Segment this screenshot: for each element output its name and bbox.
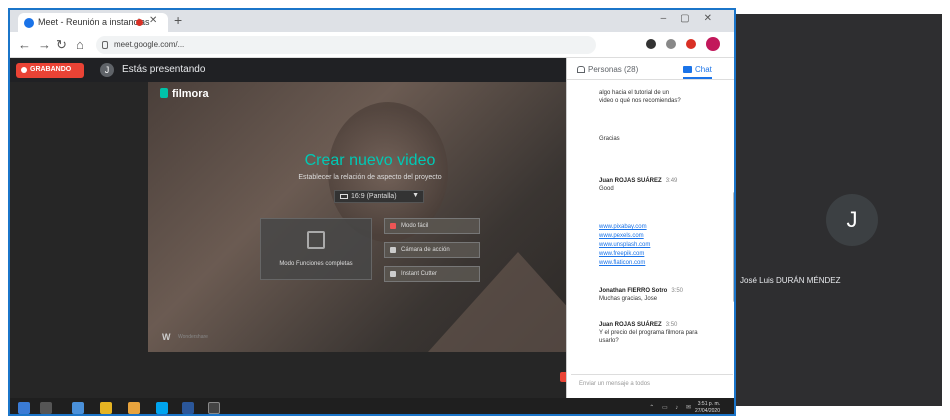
app-icon[interactable]: [208, 402, 220, 414]
home-icon[interactable]: ⌂: [76, 37, 84, 52]
easy-mode-button[interactable]: Modo fácil: [384, 218, 480, 234]
url-text: meet.google.com/...: [114, 40, 185, 49]
filmora-window: filmora ✕ Crear nuevo video Establecer l…: [148, 82, 592, 352]
chevron-down-icon: ▼: [412, 192, 419, 199]
chat-message: Gracias: [599, 136, 620, 142]
back-icon[interactable]: ←: [18, 37, 31, 52]
action-cam-icon: [390, 247, 396, 253]
full-feature-mode-label: Modo Funciones completas: [279, 261, 353, 267]
left-monitor: Meet - Reunión a instancias ✕ + –▢✕ ← → …: [8, 8, 736, 416]
chat-sender: Juan ROJAS SUÁREZ: [599, 178, 662, 184]
screen: Meet - Reunión a instancias ✕ + –▢✕ ← → …: [0, 0, 950, 420]
taskbar: ⌃ ▭ ♪ ✉ 3:51 p. m. 27/04/2020: [10, 398, 734, 414]
filmora-logo: filmora: [160, 88, 209, 100]
chat-link[interactable]: www.freepik.com: [599, 251, 644, 257]
extension-icon[interactable]: [646, 39, 656, 49]
tab-close-icon[interactable]: ✕: [149, 15, 157, 26]
star-icon[interactable]: [666, 39, 676, 49]
tab-chat[interactable]: Chat: [683, 65, 712, 79]
aspect-ratio-value: 16:9 (Pantalla): [351, 193, 397, 200]
wondershare-label: Wondershare: [178, 334, 208, 340]
chat-message: Good: [599, 186, 614, 192]
screen-icon: [340, 194, 348, 199]
full-feature-mode-button[interactable]: Modo Funciones completas: [260, 218, 372, 280]
system-tray[interactable]: ⌃ ▭ ♪ ✉: [649, 404, 694, 411]
easy-mode-icon: [390, 223, 396, 229]
participant-name: José Luis DURÁN MÉNDEZ: [740, 276, 841, 285]
filmora-logo-icon: [160, 88, 168, 98]
chat-message-header: Jonathan FIERRO Sotro 3:50: [599, 288, 683, 294]
chat-message: video o qué nos recomiendas?: [599, 98, 681, 104]
chat-link[interactable]: www.pexels.com: [599, 233, 644, 239]
wondershare-logo-icon: W: [162, 332, 171, 342]
aspect-ratio-select[interactable]: 16:9 (Pantalla) ▼: [334, 190, 424, 203]
chat-message: Y el precio del programa filmora para: [599, 330, 698, 336]
browser-tab-strip: Meet - Reunión a instancias ✕ + –▢✕: [10, 10, 734, 32]
presenting-status: Estás presentando: [122, 64, 206, 75]
chat-message: algo hacia el tutorial de un: [599, 90, 670, 96]
edge-icon[interactable]: [72, 402, 84, 414]
tab-title: Meet - Reunión a instancias: [38, 17, 150, 27]
extension-red-icon[interactable]: [686, 39, 696, 49]
clock-time: 3:51 p. m.: [697, 401, 720, 407]
task-view-icon[interactable]: [40, 402, 52, 414]
chat-sender: Jonathan FIERRO Sotro: [599, 288, 668, 294]
chat-icon: [683, 66, 692, 73]
tab-people[interactable]: Personas (28): [577, 65, 638, 74]
chat-message: Muchas gracias, Jose: [599, 296, 658, 302]
chat-time: 3:50: [671, 288, 684, 294]
chat-message-list: algo hacia el tutorial de un video o qué…: [567, 82, 734, 372]
window-controls[interactable]: –▢✕: [661, 13, 726, 24]
chat-input[interactable]: Enviar un mensaje a todos: [571, 374, 733, 392]
clock-date: 27/04/2020: [694, 408, 720, 414]
browser-tab-meet[interactable]: Meet - Reunión a instancias ✕: [18, 13, 168, 32]
chat-time: 3:50: [665, 322, 678, 328]
forward-icon[interactable]: →: [38, 37, 51, 52]
profile-avatar[interactable]: [706, 37, 720, 51]
browser-toolbar: ← → ↻ ⌂ meet.google.com/...: [10, 32, 734, 58]
address-bar[interactable]: meet.google.com/...: [96, 36, 596, 54]
file-explorer-icon[interactable]: [100, 402, 112, 414]
store-icon[interactable]: [156, 402, 168, 414]
chat-panel: Personas (28) Chat algo hacia el tutoria…: [566, 58, 734, 398]
chat-link[interactable]: www.unsplash.com: [599, 242, 650, 248]
taskbar-clock[interactable]: 3:51 p. m. 27/04/2020: [694, 401, 720, 414]
chat-link[interactable]: www.pixabay.com: [599, 224, 647, 230]
recording-dot-icon: [136, 19, 143, 26]
windows-start-icon[interactable]: [18, 402, 30, 414]
lock-icon: [102, 41, 108, 49]
chat-message-header: Juan ROJAS SUÁREZ 3:50: [599, 322, 677, 328]
chat-link[interactable]: www.flaticon.com: [599, 260, 645, 266]
recording-badge: GRABANDO: [16, 63, 84, 78]
participant-tile: J José Luis DURÁN MÉNDEZ: [736, 14, 942, 406]
filmora-subtitle: Establecer la relación de aspecto del pr…: [298, 174, 442, 181]
recording-icon: [21, 67, 27, 73]
new-tab-icon[interactable]: +: [174, 12, 182, 28]
word-icon[interactable]: [182, 402, 194, 414]
instant-cutter-icon: [390, 271, 396, 277]
chat-time: 3:49: [665, 178, 678, 184]
chat-sender: Juan ROJAS SUÁREZ: [599, 322, 662, 328]
chat-message: usarlo?: [599, 338, 619, 344]
action-cam-button[interactable]: Cámara de acción: [384, 242, 480, 258]
presenter-avatar: J: [100, 63, 114, 77]
people-icon: [577, 66, 585, 73]
participant-avatar: J: [826, 194, 878, 246]
presentation-stage: filmora ✕ Crear nuevo video Establecer l…: [10, 82, 592, 414]
meet-favicon-icon: [24, 18, 34, 28]
reload-icon[interactable]: ↻: [56, 37, 67, 53]
film-icon: [307, 231, 325, 249]
filmora-title: Crear nuevo video: [304, 152, 436, 169]
chrome-icon[interactable]: [128, 402, 140, 414]
recording-label: GRABANDO: [30, 66, 72, 73]
chat-tabs: Personas (28) Chat: [567, 58, 734, 80]
instant-cutter-button[interactable]: Instant Cutter: [384, 266, 480, 282]
chat-message-header: Juan ROJAS SUÁREZ 3:49: [599, 178, 677, 184]
